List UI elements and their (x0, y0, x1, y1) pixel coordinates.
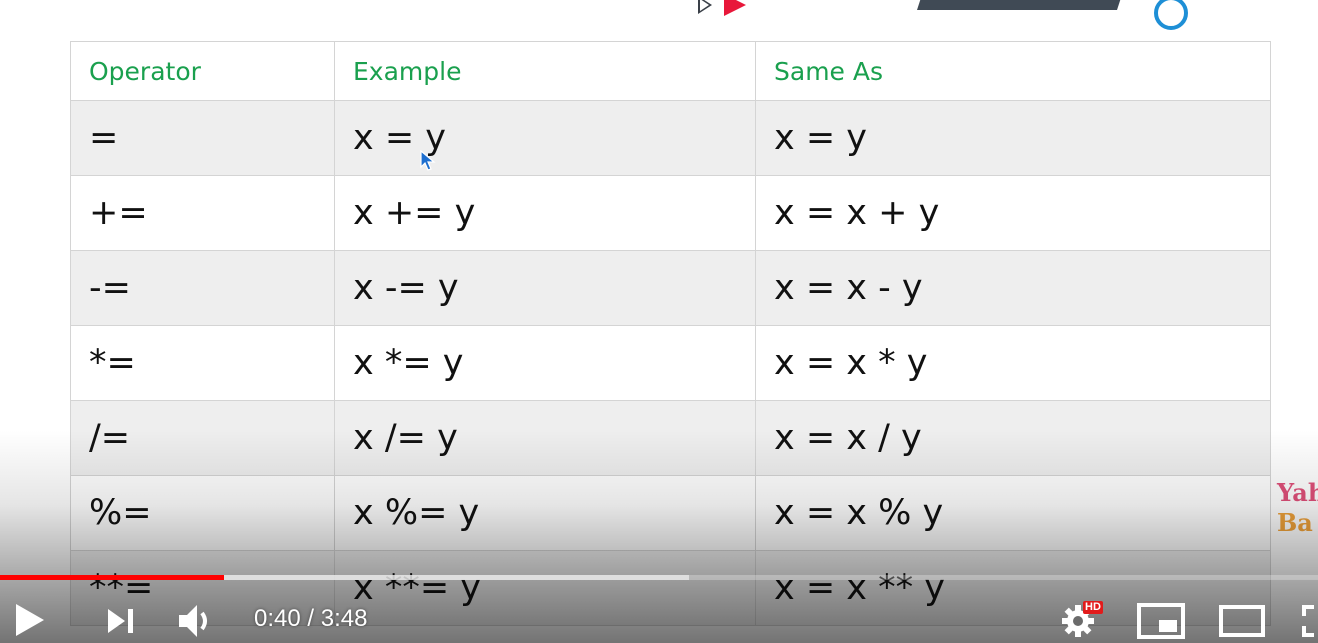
current-time: 0:40 (254, 605, 301, 632)
example-cell: x += y (334, 175, 756, 251)
progress-bar[interactable] (0, 575, 1318, 580)
table-row: -= x -= y x = x - y (70, 250, 1271, 326)
mouse-cursor-icon (420, 150, 436, 171)
column-header-operator: Operator (70, 41, 335, 101)
operator-cell: += (70, 175, 335, 251)
operator-cell: %= (70, 475, 335, 551)
operator-cell: = (70, 100, 335, 176)
video-player[interactable]: Operator Example Same As = x = y x = y +… (0, 0, 1318, 643)
red-play-triangle-decoration (724, 0, 746, 16)
column-header-example: Example (334, 41, 756, 101)
example-cell: x = y (334, 100, 756, 176)
same-as-cell: x = x * y (755, 325, 1271, 401)
table-row: = x = y x = y (70, 100, 1271, 176)
fullscreen-icon[interactable] (1300, 604, 1318, 638)
theater-mode-icon[interactable] (1218, 604, 1266, 638)
same-as-cell: x = x ** y (755, 550, 1271, 626)
time-separator: / (300, 605, 321, 632)
dark-bar-decoration (917, 0, 1130, 10)
table-row: *= x *= y x = x * y (70, 325, 1271, 401)
operator-cell: /= (70, 400, 335, 476)
table-row: /= x /= y x = x / y (70, 400, 1271, 476)
example-cell: x /= y (334, 400, 756, 476)
example-cell: x -= y (334, 250, 756, 326)
blue-circle-decoration (1154, 0, 1188, 30)
table-header-row: Operator Example Same As (70, 41, 1271, 101)
same-as-cell: x = y (755, 100, 1271, 176)
outline-triangle-inner (700, 0, 709, 11)
total-duration: 3:48 (320, 605, 368, 632)
miniplayer-icon[interactable] (1136, 602, 1186, 640)
watermark-line-2: Ba (1277, 508, 1313, 537)
operators-table: Operator Example Same As = x = y x = y +… (70, 41, 1271, 626)
next-icon[interactable] (106, 606, 136, 636)
channel-watermark: Yah Ba (1277, 478, 1318, 538)
play-icon[interactable] (12, 602, 48, 638)
example-cell: x *= y (334, 325, 756, 401)
operator-cell: -= (70, 250, 335, 326)
same-as-cell: x = x % y (755, 475, 1271, 551)
same-as-cell: x = x / y (755, 400, 1271, 476)
example-cell: x %= y (334, 475, 756, 551)
example-cell: x **= y (334, 550, 756, 626)
hd-badge: HD (1083, 601, 1103, 614)
time-display: 0:40 / 3:48 (254, 604, 367, 634)
column-header-same-as: Same As (755, 41, 1271, 101)
table-row: += x += y x = x + y (70, 175, 1271, 251)
progress-played (0, 575, 225, 580)
watermark-line-1: Yah (1277, 478, 1318, 507)
table-row: %= x %= y x = x % y (70, 475, 1271, 551)
volume-icon[interactable] (177, 601, 221, 641)
same-as-cell: x = x - y (755, 250, 1271, 326)
same-as-cell: x = x + y (755, 175, 1271, 251)
operator-cell: *= (70, 325, 335, 401)
